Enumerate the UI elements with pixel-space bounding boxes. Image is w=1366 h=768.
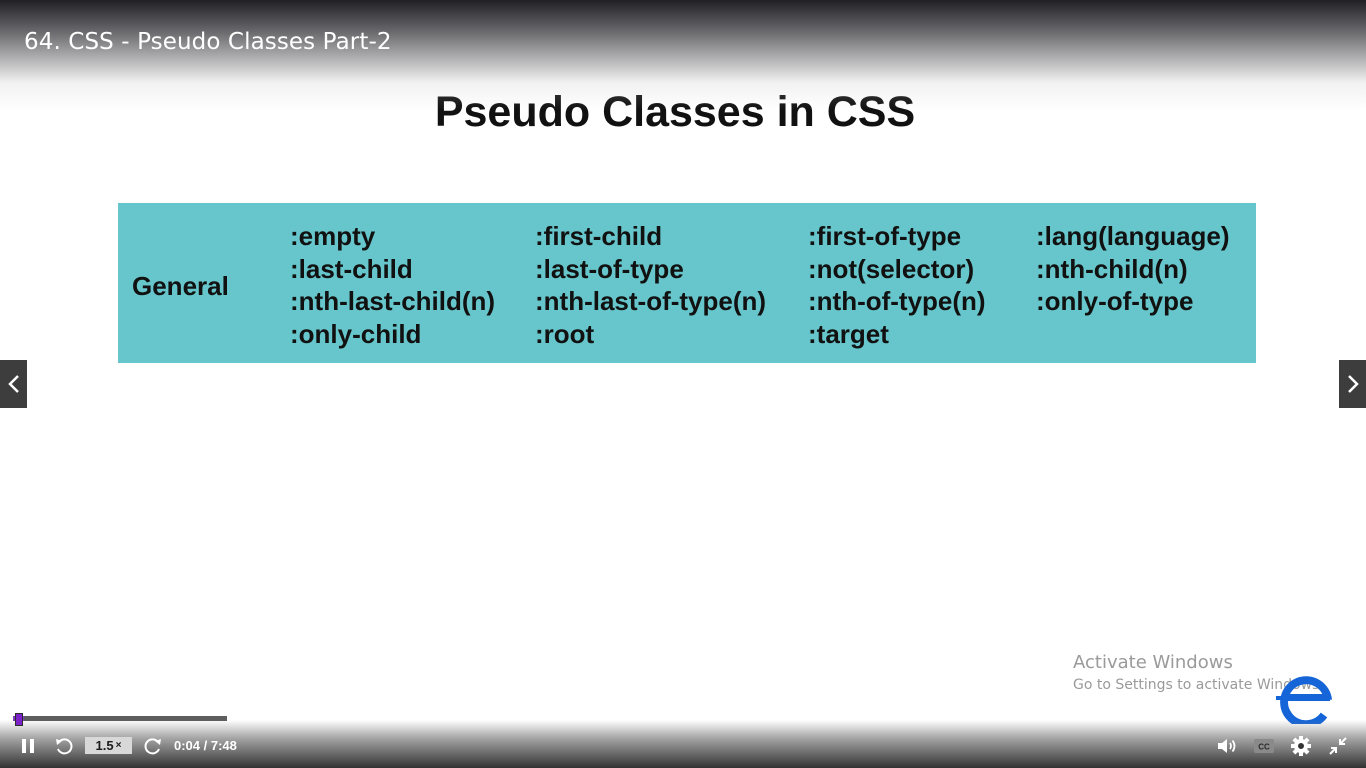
- pseudo-class-item: :lang(language): [1036, 221, 1230, 251]
- captions-icon: CC: [1254, 739, 1274, 753]
- pseudo-class-column-4: :lang(language) :nth-child(n) :only-of-t…: [1036, 220, 1230, 318]
- pseudo-class-item: :nth-child(n): [1036, 253, 1188, 284]
- channel-logo-icon: [1276, 676, 1332, 724]
- settings-button[interactable]: [1290, 735, 1312, 757]
- top-overlay: [0, 0, 1366, 110]
- volume-button[interactable]: [1216, 735, 1238, 757]
- exit-fullscreen-button[interactable]: [1327, 735, 1349, 757]
- pause-icon: [22, 739, 34, 753]
- chevron-left-icon: [7, 375, 19, 393]
- pseudo-class-item: :not(selector): [808, 253, 975, 284]
- pseudo-class-item: :last-child: [290, 253, 413, 284]
- forward-button[interactable]: [142, 735, 164, 757]
- buffered-track[interactable]: [13, 716, 227, 721]
- rewind-button[interactable]: [53, 735, 75, 757]
- pseudo-class-item: :nth-of-type(n): [808, 286, 986, 317]
- captions-button[interactable]: CC: [1253, 736, 1275, 756]
- pseudo-class-column-3: :first-of-type :not(selector) :nth-of-ty…: [808, 220, 986, 351]
- pseudo-class-item: :only-of-type: [1036, 286, 1194, 317]
- pseudo-class-item: :only-child: [290, 319, 422, 350]
- rewind-icon: [56, 738, 73, 755]
- pseudo-class-item: :target: [808, 319, 889, 350]
- pseudo-class-column-1: :empty :last-child :nth-last-child(n) :o…: [290, 220, 495, 351]
- speed-suffix: ×: [115, 740, 122, 751]
- chevron-right-icon: [1347, 375, 1359, 393]
- time-display: 0:04 / 7:48: [174, 738, 237, 753]
- speed-value: 1.5: [95, 738, 114, 753]
- video-title: 64. CSS - Pseudo Classes Part-2: [24, 29, 392, 55]
- pause-button[interactable]: [18, 736, 38, 756]
- category-label: General: [132, 271, 229, 301]
- pseudo-class-item: :root: [535, 319, 595, 350]
- progress-handle[interactable]: [15, 713, 23, 726]
- pseudo-class-column-2: :first-child :last-of-type :nth-last-of-…: [535, 220, 766, 351]
- playback-speed-button[interactable]: 1.5 ×: [85, 737, 132, 754]
- previous-lecture-button[interactable]: [0, 360, 27, 408]
- exit-fullscreen-icon: [1329, 737, 1347, 755]
- pseudo-class-item: :first-child: [535, 221, 663, 251]
- pseudo-class-item: :last-of-type: [535, 253, 684, 284]
- pseudo-class-item: :nth-last-of-type(n): [535, 286, 767, 317]
- svg-text:CC: CC: [1258, 743, 1270, 752]
- next-lecture-button[interactable]: [1339, 360, 1366, 408]
- pseudo-class-item: :empty: [290, 221, 376, 251]
- pseudo-class-table: General :empty :last-child :nth-last-chi…: [118, 203, 1256, 363]
- video-player[interactable]: Pseudo Classes in CSS General :empty :la…: [0, 0, 1366, 768]
- volume-icon: [1218, 739, 1236, 753]
- settings-icon: [1291, 736, 1311, 756]
- pseudo-class-item: :first-of-type: [808, 221, 962, 251]
- pseudo-class-item: :nth-last-child(n): [290, 286, 496, 317]
- forward-icon: [144, 738, 161, 755]
